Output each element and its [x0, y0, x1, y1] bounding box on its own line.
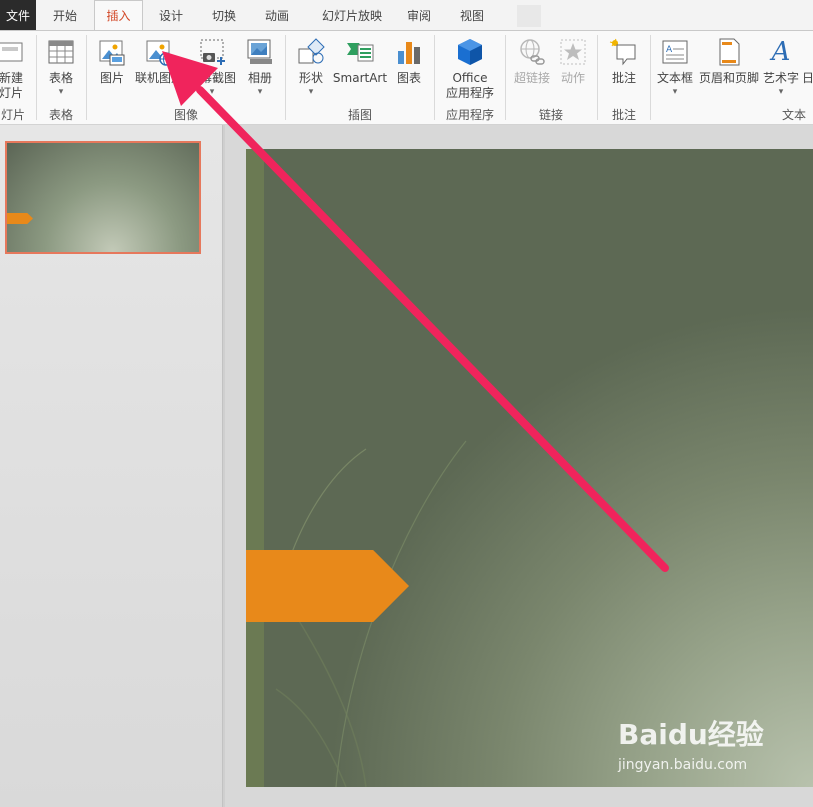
group-label-text: 文本 [782, 108, 807, 122]
table-icon [48, 40, 74, 64]
office-apps-button[interactable]: Office 应用程序 [438, 33, 502, 101]
online-picture-icon [146, 40, 173, 66]
tab-home[interactable]: 开始 [40, 0, 90, 31]
office-store-icon [458, 39, 482, 65]
tab-insert[interactable]: 插入 [94, 0, 143, 31]
action-label: 动作 [560, 71, 585, 85]
group-label-comments: 批注 [611, 108, 636, 122]
online-picture-label: 联机图片 [134, 71, 183, 85]
group-label-images: 图像 [173, 108, 198, 122]
ribbon: 新建 灯片 表格 ▾ 图片 联机图片 屏幕截图 ▾ 相册 ▾ 形状 ▾ Smar… [0, 31, 813, 125]
group-label-slides: 灯片 [0, 108, 25, 122]
group-separator [434, 35, 435, 120]
shapes-button[interactable]: 形状 ▾ [292, 33, 330, 101]
textbox-label: 文本框 [656, 71, 693, 85]
caret-icon: ▾ [209, 87, 215, 97]
smartart-icon [347, 43, 374, 62]
watermark-brand: Baidu经验 [618, 718, 764, 751]
group-label-apps: 应用程序 [445, 108, 494, 122]
header-footer-icon [719, 38, 740, 66]
album-label: 相册 [247, 71, 272, 85]
screenshot-button[interactable]: 屏幕截图 ▾ [186, 33, 238, 101]
wordart-label: 艺术字 [762, 71, 799, 85]
group-separator [650, 35, 651, 120]
screenshot-label: 屏幕截图 [187, 71, 236, 85]
tab-file[interactable]: 文件 [0, 0, 36, 31]
picture-icon [99, 40, 125, 66]
hyperlink-icon [520, 39, 545, 65]
chart-icon [398, 42, 420, 64]
shapes-label: 形状 [298, 71, 323, 85]
date-time-button[interactable]: 日 [802, 33, 813, 101]
ribbon-tabs: 文件 开始 插入 设计 切换 动画 幻灯片放映 审阅 视图 [0, 0, 813, 31]
tab-slideshow[interactable]: 幻灯片放映 [305, 0, 399, 31]
online-picture-button[interactable]: 联机图片 [134, 33, 184, 101]
shapes-icon [298, 38, 325, 64]
caret-icon: ▾ [778, 87, 784, 97]
star-icon [560, 39, 586, 65]
action-button[interactable]: 动作 [556, 33, 590, 101]
date-time-label: 日 [802, 71, 813, 85]
smartart-button[interactable]: SmartArt [331, 33, 389, 101]
hyperlink-button[interactable]: 超链接 [510, 33, 554, 101]
picture-button[interactable]: 图片 [94, 33, 130, 101]
screenshot-icon [200, 39, 225, 65]
chart-button[interactable]: 图表 [391, 33, 427, 101]
new-slide-label-2: 灯片 [0, 86, 23, 100]
group-separator [597, 35, 598, 120]
caret-icon: ▾ [672, 87, 678, 97]
group-label-illustrations: 插图 [347, 108, 372, 122]
tab-design[interactable]: 设计 [147, 0, 195, 31]
textbox-button[interactable]: A 文本框 ▾ [654, 33, 696, 101]
comment-icon [609, 38, 636, 66]
hyperlink-label: 超链接 [513, 71, 550, 85]
comment-button[interactable]: 批注 [604, 33, 644, 101]
new-slide-icon [0, 42, 23, 62]
caret-icon: ▾ [308, 87, 314, 97]
caret-icon: ▾ [257, 87, 263, 97]
album-button[interactable]: 相册 ▾ [240, 33, 280, 101]
new-slide-label: 新建 [0, 71, 23, 85]
tab-placeholder [517, 5, 541, 27]
office-apps-label-2: 应用程序 [445, 86, 494, 100]
caret-icon: ▾ [58, 87, 64, 97]
watermark-url: jingyan.baidu.com [618, 757, 748, 773]
textbox-icon: A [662, 40, 688, 64]
tab-transitions[interactable]: 切换 [199, 0, 249, 31]
slide-thumbnail[interactable] [5, 141, 201, 254]
office-apps-label: Office [452, 71, 488, 85]
group-separator [505, 35, 506, 120]
new-slide-button[interactable]: 新建 灯片 [0, 33, 28, 101]
picture-label: 图片 [99, 71, 124, 85]
group-separator [36, 35, 37, 120]
chart-label: 图表 [396, 71, 421, 85]
baidu-watermark: Baidu经验 jingyan.baidu.com [618, 713, 808, 795]
svg-text:A: A [666, 45, 673, 55]
group-label-links: 链接 [538, 108, 563, 122]
group-separator [86, 35, 87, 120]
comment-label: 批注 [611, 71, 636, 85]
header-footer-label: 页眉和页脚 [698, 71, 759, 85]
table-label: 表格 [48, 71, 73, 85]
header-footer-button[interactable]: 页眉和页脚 [698, 33, 760, 101]
tab-animations[interactable]: 动画 [253, 0, 301, 31]
tab-review[interactable]: 审阅 [394, 0, 444, 31]
smartart-label: SmartArt [332, 71, 388, 85]
grass-decoration [265, 440, 467, 787]
table-button[interactable]: 表格 ▾ [42, 33, 80, 101]
wordart-icon: A [771, 37, 791, 67]
group-separator [285, 35, 286, 120]
album-icon [247, 39, 272, 64]
wordart-button[interactable]: A 艺术字 ▾ [762, 33, 800, 101]
tab-view[interactable]: 视图 [446, 0, 498, 31]
group-label-tables: 表格 [48, 108, 73, 122]
slide-canvas[interactable] [246, 149, 813, 787]
